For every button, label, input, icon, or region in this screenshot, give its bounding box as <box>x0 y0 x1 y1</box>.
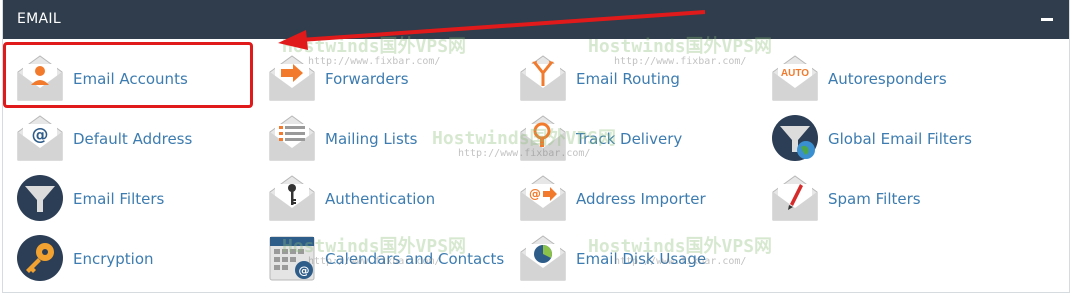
default-address-icon: @ <box>17 115 63 161</box>
global-email-filters-link[interactable]: Global Email Filters <box>758 112 998 166</box>
svg-text:@: @ <box>529 187 541 201</box>
email-filters-link[interactable]: Email Filters <box>3 172 243 226</box>
item-label: Encryption <box>73 250 154 268</box>
email-routing-link[interactable]: Email Routing <box>506 52 746 106</box>
autoresponders-link[interactable]: AUTO Autoresponders <box>758 52 998 106</box>
autoresponders-icon: AUTO <box>772 55 818 101</box>
item-label: Mailing Lists <box>325 130 418 148</box>
item-label: Global Email Filters <box>828 130 972 148</box>
svg-text:@: @ <box>299 264 310 277</box>
encryption-link[interactable]: Encryption <box>3 232 243 286</box>
panel-title: EMAIL <box>17 11 61 27</box>
track-delivery-icon <box>520 115 566 161</box>
default-address-link[interactable]: @ Default Address <box>3 112 243 166</box>
item-label: Spam Filters <box>828 190 921 208</box>
panel-header[interactable]: EMAIL <box>3 0 1069 39</box>
address-importer-link[interactable]: @ Address Importer <box>506 172 746 226</box>
spam-filters-icon <box>772 175 818 221</box>
item-label: Authentication <box>325 190 436 208</box>
email-filters-icon <box>17 175 63 221</box>
global-email-filters-icon <box>772 115 818 161</box>
collapse-icon[interactable] <box>1041 18 1053 21</box>
spam-filters-link[interactable]: Spam Filters <box>758 172 998 226</box>
forwarders-link[interactable]: Forwarders <box>255 52 495 106</box>
svg-text:AUTO: AUTO <box>781 68 809 79</box>
email-routing-icon <box>520 55 566 101</box>
item-label: Email Filters <box>73 190 165 208</box>
encryption-icon <box>17 235 63 281</box>
item-label: Address Importer <box>576 190 706 208</box>
item-label: Calendars and Contacts <box>325 250 505 268</box>
svg-text:@: @ <box>32 125 49 145</box>
authentication-link[interactable]: Authentication <box>255 172 495 226</box>
highlight-box <box>3 42 253 108</box>
email-disk-usage-link[interactable]: Email Disk Usage <box>506 232 746 286</box>
track-delivery-link[interactable]: Track Delivery <box>506 112 746 166</box>
item-label: Default Address <box>73 130 193 148</box>
item-label: Forwarders <box>325 70 409 88</box>
calendars-contacts-link[interactable]: @ Calendars and Contacts <box>255 232 504 286</box>
calendars-contacts-icon: @ <box>269 236 315 281</box>
item-label: Email Disk Usage <box>576 250 707 268</box>
item-label: Autoresponders <box>828 70 947 88</box>
email-disk-usage-icon <box>520 235 566 281</box>
mailing-lists-link[interactable]: Mailing Lists <box>255 112 495 166</box>
forwarders-icon <box>269 55 315 101</box>
authentication-icon <box>269 175 315 221</box>
address-importer-icon: @ <box>520 175 566 221</box>
mailing-lists-icon <box>269 115 315 161</box>
item-label: Track Delivery <box>576 130 683 148</box>
item-label: Email Routing <box>576 70 680 88</box>
